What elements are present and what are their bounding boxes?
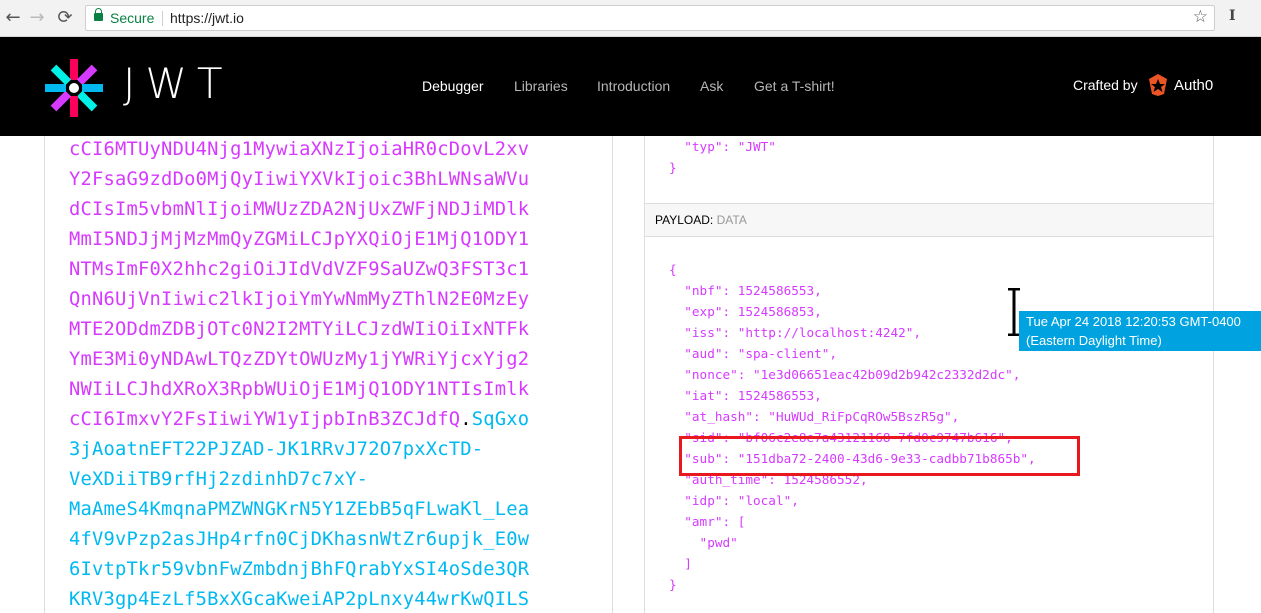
payload-json-line[interactable]: "amr": [ xyxy=(669,514,745,529)
back-icon[interactable]: ← xyxy=(2,7,24,29)
crafted-by-label: Crafted by xyxy=(1073,77,1138,93)
token-dot: . xyxy=(460,409,472,430)
payload-json-line[interactable]: "at_hash": "HuWUd_RiFpCqROw5BszR5g", xyxy=(669,409,959,424)
forward-icon[interactable]: → xyxy=(26,7,48,29)
token-payload-line: MmI5NDJjMjMzMmQyZGMiLCJpYXQiOjE1MjQ1ODY1 xyxy=(69,229,530,250)
payload-label: PAYLOAD: DATA xyxy=(655,213,747,227)
encoded-token-panel[interactable]: cCI6MTUyNDU4Njg1MywiaXNzIjoiaHR0cDovL2xv… xyxy=(44,136,613,613)
token-payload-line: YmE3Mi0yNDAwLTQzZDYtOWUzMy1jYWRiYjcxYjg2 xyxy=(69,349,530,370)
header-json-line: "typ": "JWT" xyxy=(669,139,776,154)
payload-json-line[interactable]: { xyxy=(669,262,677,277)
secure-label: Secure xyxy=(110,10,155,26)
lock-icon xyxy=(94,8,103,21)
tooltip-date: Tue Apr 24 2018 12:20:53 GMT-0400 xyxy=(1026,314,1241,329)
token-payload-end: cCI6ImxvY2FsIiwiYW1yIjpbInB3ZCJdfQ xyxy=(69,409,461,430)
nav-tshirt[interactable]: Get a T-shirt! xyxy=(754,78,835,94)
nav-debugger[interactable]: Debugger xyxy=(422,78,484,94)
auth0-brand[interactable]: Auth0 xyxy=(1174,77,1213,94)
reload-icon[interactable]: ⟳ xyxy=(54,7,76,29)
token-mixed-line: cCI6ImxvY2FsIiwiYW1yIjpbInB3ZCJdfQ.SqGxo xyxy=(69,409,529,430)
logo-text[interactable]: JWT xyxy=(123,59,233,108)
token-payload-line: MTE2ODdmZDBjOTc0N2I2MTYiLCJzdWIiOiIxNTFk xyxy=(69,319,530,340)
payload-json-line[interactable]: "nonce": "1e3d06651eac42b09d2b942c2332d2… xyxy=(669,367,1020,382)
tooltip-timezone: (Eastern Daylight Time) xyxy=(1026,333,1162,348)
timestamp-tooltip: Tue Apr 24 2018 12:20:53 GMT-0400 (Easte… xyxy=(1019,311,1261,351)
nav-introduction[interactable]: Introduction xyxy=(597,78,670,94)
address-bar[interactable]: Secure https://jwt.io ☆ xyxy=(85,5,1215,31)
token-signature-line: VeXDiiTB9rfHj2zdinhD7c7xY- xyxy=(69,469,369,490)
address-separator xyxy=(162,11,163,26)
token-payload-line: dCIsIm5vbmNlIjoiMWUzZDA2NjUxZWFjNDJiMDlk xyxy=(69,199,530,220)
token-signature-line: KRV3gp4EzLf5BxXGcaKweiAP2pLnxy44wrKwQILS xyxy=(69,589,530,610)
payload-json-line[interactable]: "pwd" xyxy=(669,535,738,550)
sub-highlight-box xyxy=(679,436,1080,476)
url-text[interactable]: https://jwt.io xyxy=(170,10,244,26)
token-payload-line: NWIiLCJhdXRoX3RpbWUiOjE1MjQ1ODY1NTIsImlk xyxy=(69,379,530,400)
token-signature-line: 6IvtpTkr59vbnFwZmbdnjBhFQrabYxSI4oSde3QR xyxy=(69,559,530,580)
jwt-logo-icon[interactable] xyxy=(43,57,105,119)
token-signature-line: 3jAoatnEFT22PJZAD-JK1RRvJ72O7pxXcTD- xyxy=(69,439,484,460)
auth0-shield-icon[interactable] xyxy=(1148,74,1168,96)
site-header: JWT Debugger Libraries Introduction Ask … xyxy=(0,37,1261,136)
payload-json-line[interactable]: } xyxy=(669,577,677,592)
token-payload-line: Y2FsaG9zdDo0MjQyIiwiYXVkIjoic3BhLWNsaWVu xyxy=(69,169,530,190)
token-payload-line: cCI6MTUyNDU4Njg1MywiaXNzIjoiaHR0cDovL2xv xyxy=(69,139,530,160)
token-signature-start: SqGxo xyxy=(471,409,530,430)
payload-json-line[interactable]: ] xyxy=(669,556,692,571)
payload-json-line[interactable]: "nbf": 1524586553, xyxy=(669,283,822,298)
payload-json-line[interactable]: "idp": "local", xyxy=(669,493,799,508)
extension-icon[interactable]: I xyxy=(1229,8,1236,24)
decoded-panel: "typ": "JWT" } PAYLOAD: DATA { "nbf": 15… xyxy=(644,136,1214,613)
token-payload-line: NTMsImF0X2hhc2giOiJIdVdVZF9SaUZwQ3FST3c1 xyxy=(69,259,530,280)
payload-json-line[interactable]: "exp": 1524586853, xyxy=(669,304,822,319)
payload-json-line[interactable]: "iat": 1524586553, xyxy=(669,388,822,403)
nav-libraries[interactable]: Libraries xyxy=(514,78,568,94)
bookmark-star-icon[interactable]: ☆ xyxy=(1193,7,1208,27)
token-signature-line: MaAmeS4KmqnaPMZWNGKrN5Y1ZEbB5qFLwaKl_Lea xyxy=(69,499,530,520)
browser-toolbar: ← → ⟳ Secure https://jwt.io ☆ I xyxy=(0,0,1261,37)
token-signature-line: 4fV9vPzp2asJHp4rfn0CjDKhasnWtZr6upjk_E0w xyxy=(69,529,530,550)
nav-ask[interactable]: Ask xyxy=(700,78,723,94)
payload-json-line[interactable]: "iss": "http://localhost:4242", xyxy=(669,325,921,340)
payload-json-line[interactable]: "aud": "spa-client", xyxy=(669,346,837,361)
payload-section-header: PAYLOAD: DATA xyxy=(645,203,1213,237)
token-payload-line: QnN6UjVnIiwic2lkIjoiYmYwNmMyZThlN2E0MzEy xyxy=(69,289,530,310)
header-json-line: } xyxy=(669,160,677,175)
